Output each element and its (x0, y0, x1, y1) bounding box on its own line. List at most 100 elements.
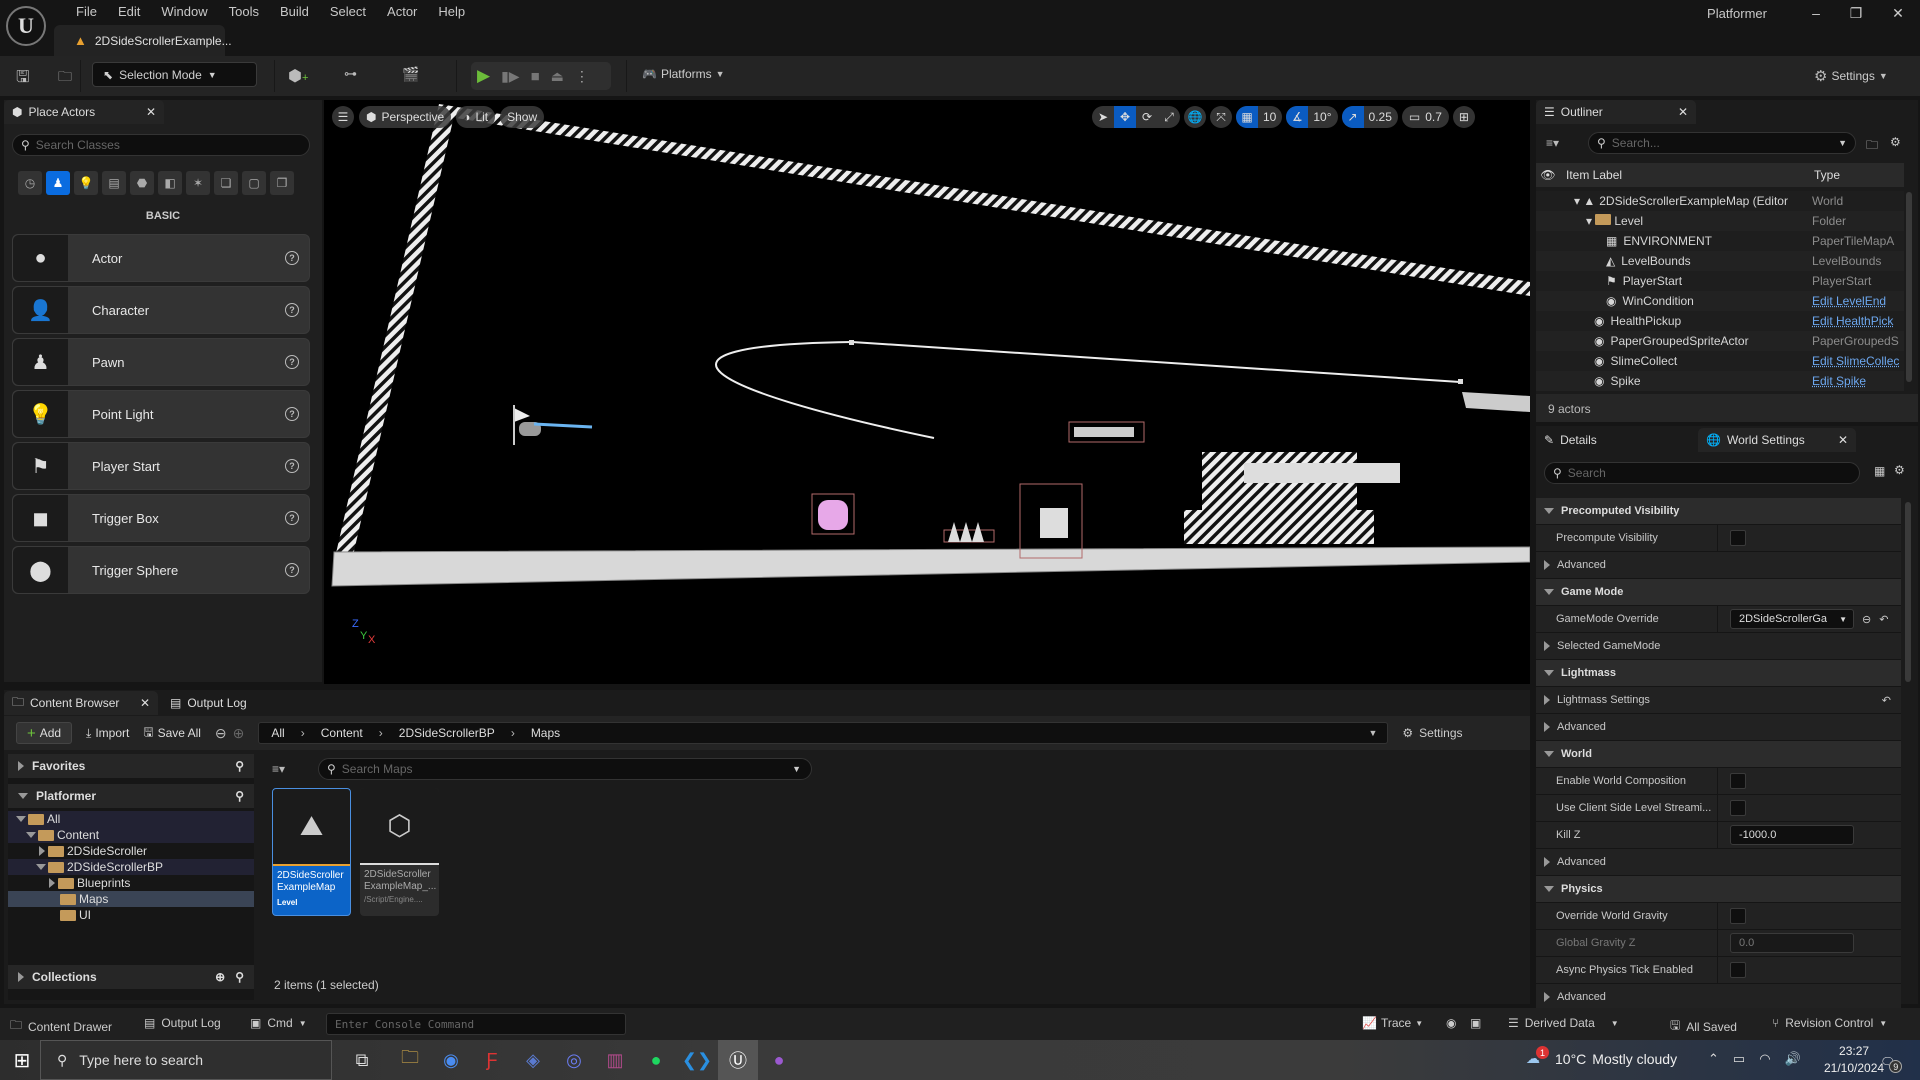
winrar-icon[interactable]: ▥ (595, 1040, 635, 1080)
all-saved-button[interactable]: 🖫 All Saved (1670, 1016, 1737, 1037)
search-maps-input[interactable]: ⚲ Search Maps ▼ (318, 758, 812, 780)
windows-start-icon[interactable]: ⊞ (2, 1040, 42, 1080)
outliner-row[interactable]: ▾ ▲ 2DSideScrollerExampleMap (Editor Worl… (1536, 191, 1904, 211)
tray-overflow-icon[interactable]: ⌃ (1708, 1051, 1719, 1067)
reset-icon[interactable]: ↶ (1882, 694, 1891, 707)
visibility-eye-icon[interactable]: 👁 (1536, 168, 1560, 182)
outliner-row[interactable]: ◭ LevelBounds LevelBounds (1536, 251, 1904, 271)
actor-item[interactable]: ◼ Trigger Box ? (12, 494, 310, 542)
details-scrollbar[interactable] (1905, 502, 1911, 682)
search-icon[interactable]: ⚲ (235, 970, 244, 984)
outliner-scrollbar[interactable] (1906, 192, 1912, 382)
recent-icon[interactable]: ◷ (18, 171, 42, 195)
breadcrumb-item[interactable]: 2DSideScrollerBP (399, 726, 495, 740)
particles-icon[interactable]: ✶ (186, 171, 210, 195)
volume-icon[interactable]: 🔊 (1785, 1051, 1801, 1067)
menu-help[interactable]: Help (428, 2, 476, 22)
outliner-row[interactable]: ▦ ENVIRONMENT PaperTileMapA (1536, 231, 1904, 251)
github-icon[interactable]: ● (759, 1040, 799, 1080)
file-explorer-icon[interactable]: 🗀 (390, 1040, 430, 1080)
close-tab-icon[interactable]: ✕ (140, 696, 150, 710)
unreal-logo-icon[interactable]: U (6, 6, 46, 46)
close-tab-icon[interactable]: ✕ (146, 105, 156, 119)
tree-item[interactable]: Content (8, 827, 254, 843)
rotation-snap-control[interactable]: ∡ 10° (1286, 106, 1338, 128)
surface-snapping-toggle[interactable]: ⤧ (1210, 106, 1232, 128)
outliner-row[interactable]: ◉ HealthPickup Edit HealthPick (1536, 311, 1904, 331)
collections-section[interactable]: Collections ⊕ ⚲ (8, 965, 254, 989)
wifi-icon[interactable]: ◠ (1759, 1051, 1770, 1067)
tree-item[interactable]: UI (8, 907, 254, 923)
help-icon[interactable]: ? (285, 563, 299, 577)
add-actor-icon[interactable]: ⬢+ (288, 66, 308, 86)
column-type[interactable]: Type (1806, 168, 1840, 182)
edit-blueprint-link[interactable]: Edit LevelEnd (1812, 294, 1904, 308)
platforms-dropdown[interactable]: 🎮 Platforms ▼ (642, 67, 725, 81)
filter-icon[interactable]: ≡▾ (1546, 136, 1559, 150)
tree-item-selected[interactable]: Maps (8, 891, 254, 907)
content-settings-button[interactable]: ⚙ Settings (1402, 726, 1462, 740)
actor-item[interactable]: ⚑ Player Start ? (12, 442, 310, 490)
console-command-input[interactable]: Enter Console Command (326, 1013, 626, 1035)
category-world[interactable]: World (1536, 741, 1901, 768)
camera-speed-control[interactable]: ▭ 0.7 (1401, 106, 1449, 128)
actor-item[interactable]: ♟ Pawn ? (12, 338, 310, 386)
close-button[interactable]: ✕ (1878, 2, 1918, 24)
outliner-row[interactable]: ◉ PaperGroupedSpriteActor PaperGroupedS (1536, 331, 1904, 351)
import-button[interactable]: ⤓ Import (86, 726, 129, 741)
output-log-tab[interactable]: ▤ Output Log (162, 691, 262, 715)
blueprints-icon[interactable]: ⊶ (344, 66, 357, 82)
select-tool-icon[interactable]: ➤ (1092, 106, 1114, 128)
gamemode-override-dropdown[interactable]: 2DSideScrollerGa ▼ (1730, 609, 1854, 629)
async-physics-tick-checkbox[interactable] (1730, 962, 1746, 978)
discord-icon[interactable]: ◎ (554, 1040, 594, 1080)
edit-blueprint-link[interactable]: Edit SlimeCollec (1812, 354, 1904, 368)
settings-dropdown[interactable]: ⚙ Settings ▼ (1814, 67, 1888, 85)
pcsx2-icon[interactable]: ◈ (513, 1040, 553, 1080)
shapes-icon[interactable]: ❐ (270, 171, 294, 195)
save-all-button[interactable]: 🖫 Save All (143, 723, 201, 744)
maximize-button[interactable]: ❐ (1836, 2, 1876, 24)
actor-item[interactable]: ⬤ Trigger Sphere ? (12, 546, 310, 594)
actor-item[interactable]: 👤 Character ? (12, 286, 310, 334)
outliner-tab[interactable]: ☰ Outliner ✕ (1536, 100, 1696, 124)
more-options-icon[interactable]: ⋮ (575, 68, 589, 85)
help-icon[interactable]: ? (285, 251, 299, 265)
rotate-tool-icon[interactable]: ⟳ (1136, 106, 1158, 128)
output-log-button[interactable]: ▤ Output Log (144, 1016, 221, 1030)
help-icon[interactable]: ? (285, 355, 299, 369)
volumes-icon[interactable]: ◧ (158, 171, 182, 195)
cmd-dropdown[interactable]: ▣ Cmd ▼ (250, 1016, 307, 1030)
grid-snap-control[interactable]: ▦ 10 (1236, 106, 1283, 128)
eject-icon[interactable]: ⏏ (551, 68, 564, 85)
selected-gamemode-group[interactable]: Selected GameMode (1536, 633, 1901, 660)
advanced-group[interactable]: Advanced (1536, 552, 1901, 579)
outliner-row[interactable]: ⚑ PlayerStart PlayerStart (1536, 271, 1904, 291)
enable-world-composition-checkbox[interactable] (1730, 773, 1746, 789)
geometry-icon[interactable]: ❏ (214, 171, 238, 195)
help-icon[interactable]: ? (285, 303, 299, 317)
minimize-button[interactable]: – (1796, 2, 1836, 24)
viewport-layout-button[interactable]: ⊞ (1452, 106, 1475, 128)
search-classes-input[interactable]: ⚲ Search Classes (12, 134, 310, 156)
menu-file[interactable]: File (66, 2, 108, 22)
edit-blueprint-link[interactable]: Edit Spike (1812, 374, 1904, 388)
edit-blueprint-link[interactable]: Edit HealthPick (1812, 314, 1904, 328)
vscode-icon[interactable]: ❮❯ (677, 1040, 717, 1080)
add-folder-icon[interactable]: 🗀 (1866, 136, 1878, 157)
kill-z-input[interactable]: -1000.0 (1730, 825, 1854, 845)
add-button[interactable]: + Add (16, 722, 72, 744)
column-item-label[interactable]: Item Label (1560, 168, 1806, 182)
outliner-row[interactable]: ▾ Level Folder (1536, 211, 1904, 231)
breadcrumb-item[interactable]: Maps (531, 726, 1353, 740)
asset-tile-selected[interactable]: ⛰ 2DSideScroller ExampleMap Level (272, 788, 351, 916)
level-document-tab[interactable]: ▲ 2DSideScrollerExample... (54, 25, 232, 56)
tree-item[interactable]: 2DSideScroller (8, 843, 254, 859)
tree-item[interactable]: All (8, 811, 254, 827)
content-drawer-button[interactable]: 🗀 Content Drawer (10, 1016, 112, 1037)
tree-item[interactable]: 2DSideScrollerBP (8, 859, 254, 875)
search-icon[interactable]: ⚲ (235, 759, 244, 773)
reset-icon[interactable]: ↶ (1879, 613, 1888, 626)
menu-select[interactable]: Select (320, 2, 377, 22)
stop-icon[interactable]: ■ (531, 68, 540, 85)
